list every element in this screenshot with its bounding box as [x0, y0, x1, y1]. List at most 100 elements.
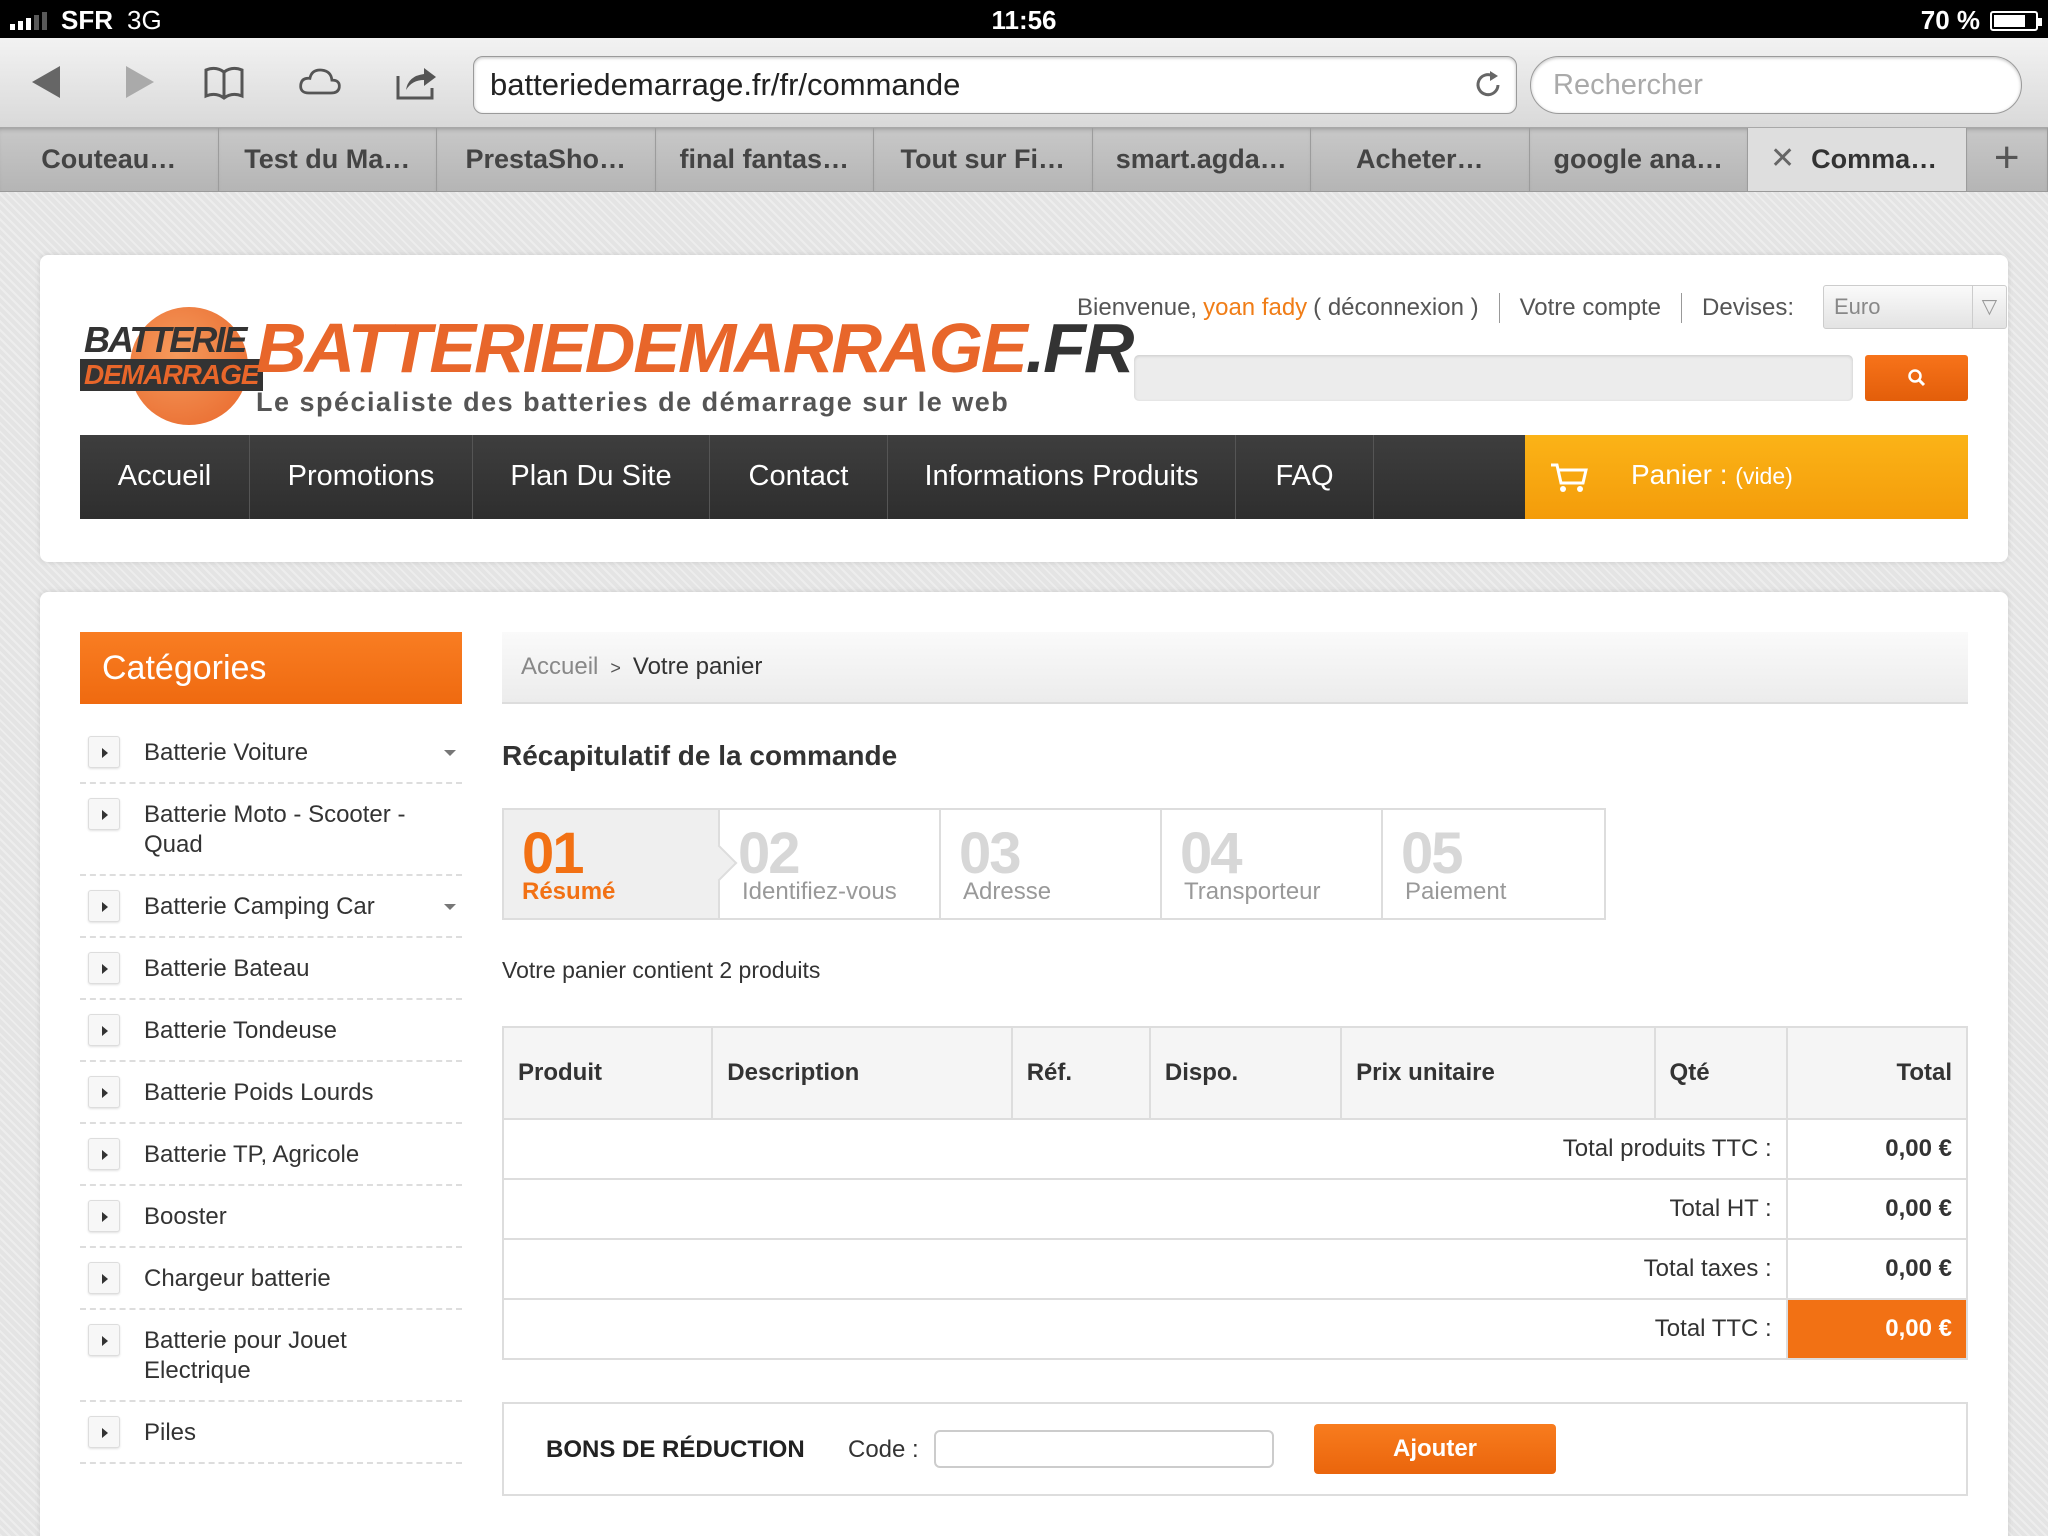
- site-search-input[interactable]: [1134, 355, 1853, 401]
- category-item[interactable]: Chargeur batterie: [80, 1248, 462, 1310]
- account-link[interactable]: Votre compte: [1520, 294, 1661, 322]
- url-text: batteriedemarrage.fr/fr/commande: [490, 67, 961, 102]
- close-tab-icon[interactable]: ✕: [1770, 142, 1795, 175]
- url-field[interactable]: batteriedemarrage.fr/fr/commande: [473, 56, 1517, 114]
- arrow-right-icon: [88, 1014, 120, 1046]
- site-logo[interactable]: BATTERIE DEMARRAGE BATTERIEDEMARRAGE.FR …: [80, 295, 1134, 425]
- category-label: Batterie Poids Lourds: [144, 1079, 374, 1106]
- breadcrumb-separator: >: [610, 658, 621, 678]
- clock: 11:56: [991, 5, 1057, 35]
- nav-item-plan-du-site[interactable]: Plan Du Site: [473, 435, 710, 519]
- total-value: 0,00 €: [1785, 1238, 1969, 1300]
- category-label: Booster: [144, 1203, 227, 1230]
- chevron-down-icon: ▽: [1972, 286, 2006, 328]
- category-item[interactable]: Batterie TP, Agricole: [80, 1124, 462, 1186]
- logo-tagline: Le spécialiste des batteries de démarrag…: [256, 387, 1010, 417]
- voucher-section: BONS DE RÉDUCTION Code : Ajouter: [502, 1402, 1968, 1496]
- main-nav: Accueil Promotions Plan Du Site Contact …: [80, 435, 1968, 519]
- user-bar: Bienvenue, yoan fady ( déconnexion ) Vot…: [1077, 293, 1794, 323]
- main-content: Catégories Batterie Voiture Batterie Mot…: [40, 592, 2008, 1536]
- tab-6[interactable]: Acheter…: [1311, 128, 1530, 191]
- tab-3[interactable]: final fantas…: [655, 128, 874, 191]
- step-address: 03 Adresse: [941, 810, 1162, 918]
- cart-state: (vide): [1735, 463, 1793, 489]
- voucher-code-label: Code :: [848, 1436, 919, 1463]
- column-header: Réf.: [1010, 1026, 1151, 1120]
- tab-7[interactable]: google ana…: [1529, 128, 1748, 191]
- user-name-link[interactable]: yoan fady: [1203, 294, 1307, 322]
- forward-icon[interactable]: [116, 62, 160, 102]
- column-header: Prix unitaire: [1340, 1026, 1656, 1120]
- total-label: Total taxes :: [502, 1238, 1788, 1300]
- arrow-right-icon: [88, 1416, 120, 1448]
- category-item[interactable]: Batterie Tondeuse: [80, 1000, 462, 1062]
- total-value: 0,00 €: [1785, 1178, 1969, 1240]
- category-item[interactable]: Piles: [80, 1402, 462, 1464]
- voucher-code-input[interactable]: [934, 1430, 1274, 1468]
- nav-item-accueil[interactable]: Accueil: [80, 435, 250, 519]
- cart-button[interactable]: Panier : (vide): [1525, 435, 1968, 519]
- column-header: Produit: [501, 1026, 714, 1120]
- add-voucher-button[interactable]: Ajouter: [1314, 1424, 1556, 1474]
- category-item[interactable]: Batterie Moto - Scooter - Quad: [80, 784, 462, 876]
- arrow-right-icon: [88, 1138, 120, 1170]
- reload-icon[interactable]: [1472, 69, 1504, 101]
- categories-list: Batterie Voiture Batterie Moto - Scooter…: [80, 722, 462, 1464]
- arrow-right-icon: [88, 798, 120, 830]
- page-title: Récapitulatif de la commande: [502, 740, 898, 771]
- category-item[interactable]: Booster: [80, 1186, 462, 1248]
- arrow-right-icon: [88, 736, 120, 768]
- browser-search-input[interactable]: Rechercher: [1530, 56, 2022, 114]
- tab-2[interactable]: PrestaSho…: [437, 128, 656, 191]
- nav-item-informations-produits[interactable]: Informations Produits: [888, 435, 1236, 519]
- total-value: 0,00 €: [1785, 1118, 1969, 1180]
- tab-4[interactable]: Tout sur Fi…: [874, 128, 1093, 191]
- step-summary: 01 Résumé: [504, 810, 720, 918]
- total-row: Total produits TTC : 0,00 €: [502, 1118, 1969, 1180]
- dropdown-icon[interactable]: [444, 750, 456, 756]
- category-item[interactable]: Batterie Poids Lourds: [80, 1062, 462, 1124]
- dropdown-icon[interactable]: [444, 904, 456, 910]
- icloud-tabs-icon[interactable]: [298, 62, 342, 102]
- nav-item-faq[interactable]: FAQ: [1236, 435, 1374, 519]
- logo-wordmark: BATTERIEDEMARRAGE.FR: [256, 313, 1134, 383]
- cart-icon: [1551, 463, 1588, 492]
- tab-5[interactable]: smart.agda…: [1092, 128, 1311, 191]
- currency-value-text: Euro: [1834, 294, 1881, 319]
- category-item[interactable]: Batterie Voiture: [80, 722, 462, 784]
- nav-item-promotions[interactable]: Promotions: [250, 435, 473, 519]
- tab-active[interactable]: ✕ Comma…: [1748, 128, 1967, 191]
- step-number: 02: [738, 821, 800, 886]
- category-item[interactable]: Batterie pour Jouet Electrique: [80, 1310, 462, 1402]
- nav-item-contact[interactable]: Contact: [710, 435, 888, 519]
- breadcrumb-current: Votre panier: [632, 653, 763, 680]
- bookmarks-icon[interactable]: [202, 62, 246, 102]
- share-icon[interactable]: [394, 62, 438, 102]
- tab-1[interactable]: Test du Ma…: [218, 128, 437, 191]
- arrow-right-icon: [88, 1262, 120, 1294]
- column-header: Dispo.: [1148, 1026, 1343, 1120]
- currency-select[interactable]: Euro ▽: [1823, 285, 2007, 329]
- site-search-button[interactable]: [1865, 355, 1968, 401]
- column-header: Description: [711, 1026, 1013, 1120]
- category-item[interactable]: Batterie Camping Car: [80, 876, 462, 938]
- back-icon[interactable]: [26, 62, 70, 102]
- logout-link[interactable]: ( déconnexion ): [1313, 294, 1478, 322]
- grand-total-value: 0,00 €: [1785, 1298, 1969, 1360]
- category-item[interactable]: Batterie Bateau: [80, 938, 462, 1000]
- cart-label-text: Panier :: [1631, 459, 1728, 490]
- total-label: Total produits TTC :: [502, 1118, 1788, 1180]
- divider: [1681, 293, 1683, 323]
- new-tab-button[interactable]: +: [1966, 128, 2048, 191]
- tab-0[interactable]: Couteau…: [0, 128, 219, 191]
- breadcrumb-home-link[interactable]: Accueil: [521, 653, 598, 680]
- step-name: Adresse: [963, 878, 1052, 905]
- step-number: 03: [959, 821, 1021, 886]
- browser-toolbar: batteriedemarrage.fr/fr/commande Recherc…: [0, 38, 2048, 128]
- column-header: Qté: [1653, 1026, 1788, 1120]
- step-number: 05: [1401, 821, 1463, 886]
- category-label: Batterie Bateau: [144, 955, 310, 982]
- arrow-right-icon: [88, 890, 120, 922]
- cart-table: Produit Description Réf. Dispo. Prix uni…: [501, 1026, 1969, 1360]
- cart-summary-text: Votre panier contient 2 produits: [502, 957, 821, 983]
